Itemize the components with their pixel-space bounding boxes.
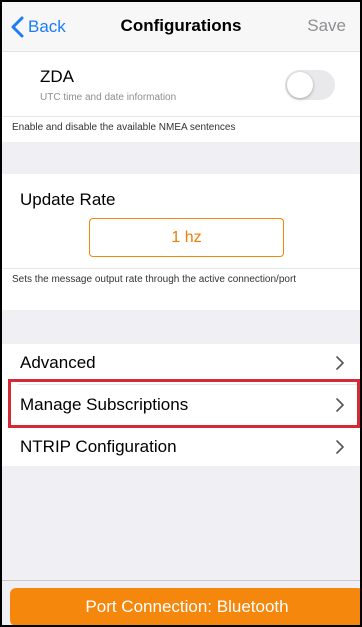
save-button[interactable]: Save (307, 16, 346, 36)
zda-subtitle: UTC time and date information (40, 92, 177, 103)
navigation-bar: Back Configurations Save (2, 2, 360, 52)
update-rate-selector[interactable]: 1 hz (89, 218, 284, 257)
toggle-knob (287, 72, 313, 98)
divider (18, 384, 360, 385)
divider (2, 580, 360, 581)
menu-item-advanced[interactable]: Advanced (2, 344, 360, 382)
zda-section: ZDA UTC time and date information Enable… (2, 52, 360, 142)
zda-toggle[interactable] (285, 70, 335, 100)
update-rate-section: Update Rate 1 hz Sets the message output… (2, 174, 360, 310)
update-rate-title: Update Rate (20, 190, 116, 209)
divider (18, 426, 360, 427)
settings-menu: Advanced Manage Subscriptions NTRIP Conf… (2, 344, 360, 466)
chevron-right-icon (336, 356, 344, 370)
configurations-screen: Back Configurations Save ZDA UTC time an… (0, 0, 362, 627)
chevron-right-icon (336, 398, 344, 412)
menu-item-label: Advanced (20, 353, 96, 372)
zda-title: ZDA (40, 67, 74, 86)
menu-item-ntrip-configuration[interactable]: NTRIP Configuration (2, 428, 360, 466)
menu-item-label: NTRIP Configuration (20, 437, 177, 456)
port-connection-button[interactable]: Port Connection: Bluetooth (10, 588, 360, 625)
chevron-right-icon (336, 440, 344, 454)
divider (2, 268, 360, 269)
menu-item-manage-subscriptions[interactable]: Manage Subscriptions (2, 386, 360, 424)
update-rate-footer-text: Sets the message output rate through the… (12, 274, 297, 285)
nmea-footer-text: Enable and disable the available NMEA se… (12, 122, 236, 133)
divider (2, 116, 360, 117)
menu-item-label: Manage Subscriptions (20, 395, 189, 414)
